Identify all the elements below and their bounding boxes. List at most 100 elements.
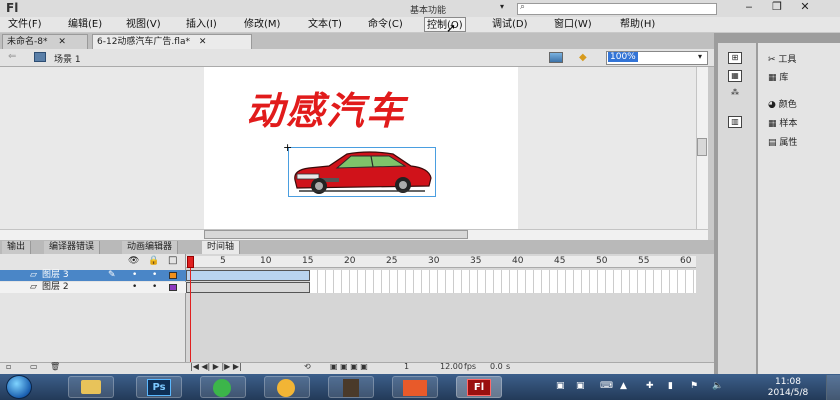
layer-name: 图层 3 [42,270,69,280]
menu-edit[interactable]: 编辑(E) [66,17,104,32]
new-folder-icon[interactable]: ▭ [30,362,38,371]
chevron-down-icon[interactable]: ▾ [698,52,702,61]
delete-icon[interactable]: 🗑 [50,362,60,371]
show-desktop-button[interactable] [826,375,840,400]
menu-view[interactable]: 视图(V) [124,17,163,32]
tab-car-ad[interactable]: 6-12动感汽车广告.fla* ✕ [92,34,252,49]
visibility-dot[interactable]: • [132,282,137,293]
layer-color-swatch[interactable] [169,284,177,291]
lock-dot[interactable]: • [152,282,157,293]
tab-label: 未命名-8* [7,37,48,47]
frame-rate[interactable]: 12.00 [440,362,463,371]
dock-swatches[interactable]: ▦ 样本 [768,116,797,129]
zoom-value: 100% [608,52,638,62]
playback-controls-icon[interactable]: |◀ ◀| ▶ |▶ ▶| [190,362,242,371]
menu-insert[interactable]: 插入(I) [184,17,219,32]
minimize-button[interactable]: ‒ [736,0,762,14]
volume-icon[interactable]: 🔈 [712,381,723,391]
current-frame[interactable]: 1 [404,362,409,371]
playhead[interactable] [187,256,194,268]
taskbar-app5[interactable] [328,376,374,398]
frame-span-layer-3[interactable] [186,270,310,281]
edit-symbol-icon[interactable]: ◆ [579,52,595,63]
taskbar-app4[interactable] [264,376,310,398]
layer-icon: ▱ [30,282,37,292]
visibility-dot[interactable]: • [132,270,137,281]
close-icon[interactable]: ✕ [199,37,207,47]
pencil-icon: ✎ [108,270,116,280]
empty-frames[interactable] [310,270,696,293]
search-input[interactable] [517,3,717,15]
elapsed-time-unit: s [506,362,511,371]
chevron-up-icon[interactable]: ▲ [620,381,627,391]
green-app-icon [213,379,231,397]
layer-color-swatch[interactable] [169,272,177,279]
edit-scene-icon[interactable] [549,52,563,63]
keyboard-icon[interactable]: ⌨ [600,381,613,391]
taskbar-photoshop[interactable]: Ps [136,376,182,398]
info-panel-icon[interactable]: ▦ [728,70,742,82]
history-panel-icon[interactable]: ▥ [728,116,742,128]
menu-file[interactable]: 文件(F) [6,17,44,32]
dock-tools[interactable]: ✂ 工具 [768,52,796,65]
frame-number: 55 [638,256,650,266]
chevron-down-icon[interactable]: ▾ [500,2,504,11]
taskbar-explorer[interactable] [68,376,114,398]
dock-color[interactable]: ◕ 颜色 [768,97,797,110]
lock-dot[interactable]: • [152,270,157,281]
outline-icon[interactable]: □ [168,255,177,266]
taskbar-app6[interactable] [392,376,438,398]
workspace-switcher[interactable]: 基本功能 [410,3,446,16]
dock-column-panels [758,43,840,374]
horizontal-scroll-thumb[interactable] [204,230,468,239]
layer-row[interactable]: ▱ 图层 3 ✎ • • [0,270,186,281]
tray-app-icon[interactable]: ✚ [646,381,654,391]
close-icon[interactable]: ✕ [58,37,66,47]
tab-motion-editor[interactable]: 动画编辑器 [122,241,179,254]
menu-commands[interactable]: 命令(C) [366,17,405,32]
menu-help[interactable]: 帮助(H) [618,17,657,32]
frame-span-layer-2[interactable] [186,282,310,293]
restore-button[interactable]: ❐ [764,0,790,14]
search-icon: ⌕ [520,2,526,12]
taskbar-flash[interactable]: Fl [456,376,502,398]
menu-control[interactable]: 控制(O) [424,17,466,32]
tab-timeline[interactable]: 时间轴 [202,241,241,254]
layer-row[interactable]: ▱ 图层 2 • • [0,282,186,293]
tray-app-icon[interactable]: ▣ [576,381,585,391]
registration-point-icon: + [283,141,293,154]
dock-properties[interactable]: ▤ 属性 [768,135,797,148]
elapsed-time[interactable]: 0.0 [490,362,503,371]
lock-icon[interactable]: 🔒 [148,256,159,266]
car-image[interactable] [288,147,436,197]
tab-compiler-errors[interactable]: 编译器错误 [44,241,101,254]
tab-output[interactable]: 输出 [2,241,32,254]
back-arrow-icon[interactable]: ⇐ [8,51,16,62]
menu-modify[interactable]: 修改(M) [242,17,282,32]
new-layer-icon[interactable]: ▫ [6,362,11,371]
menu-text[interactable]: 文本(T) [306,17,344,32]
frame-number: 40 [512,256,524,266]
tray-app-icon[interactable]: ▣ [556,381,565,391]
eye-icon[interactable]: 👁 [128,256,139,266]
flag-icon[interactable]: ⚑ [690,381,698,391]
tab-untitled[interactable]: 未命名-8* ✕ [2,34,88,49]
frame-number: 5 [220,256,226,266]
clock-date[interactable]: 2014/5/8 [758,388,818,398]
menu-window[interactable]: 窗口(W) [552,17,594,32]
align-panel-icon[interactable]: ⊞ [728,52,742,64]
clock-time[interactable]: 11:08 [768,377,808,387]
start-button[interactable] [6,375,32,399]
onion-skin-icon[interactable]: ▣ ▣ ▣ ▣ [330,362,368,371]
stage-title-text[interactable]: 动感汽车 [246,80,406,135]
close-button[interactable]: ✕ [792,0,818,14]
vertical-scroll-thumb[interactable] [697,138,707,156]
transform-panel-icon[interactable]: ⁂ [728,88,742,100]
taskbar-app3[interactable] [200,376,246,398]
menu-debug[interactable]: 调试(D) [490,17,530,32]
dock-library[interactable]: ▦ 库 [768,70,788,83]
folder-icon [81,380,101,394]
loop-icon[interactable]: ⟲ [304,362,311,371]
app-logo: Fl [6,1,19,15]
network-icon[interactable]: ▮ [668,381,673,391]
